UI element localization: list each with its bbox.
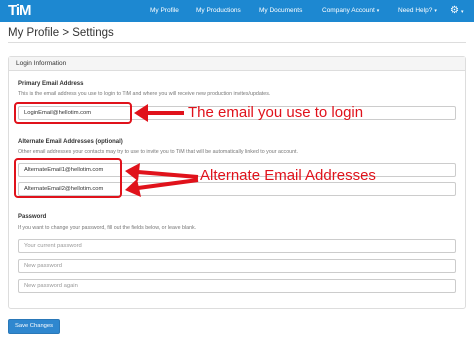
alternate-annotation-text: Alternate Email Addresses — [200, 167, 376, 184]
alternate-arrow-lower — [125, 178, 199, 197]
save-changes-button[interactable]: Save Changes — [8, 319, 60, 334]
login-annotation-text: The email you use to login — [188, 104, 364, 121]
alternate-arrow-upper — [125, 163, 199, 181]
login-arrow — [134, 104, 184, 122]
